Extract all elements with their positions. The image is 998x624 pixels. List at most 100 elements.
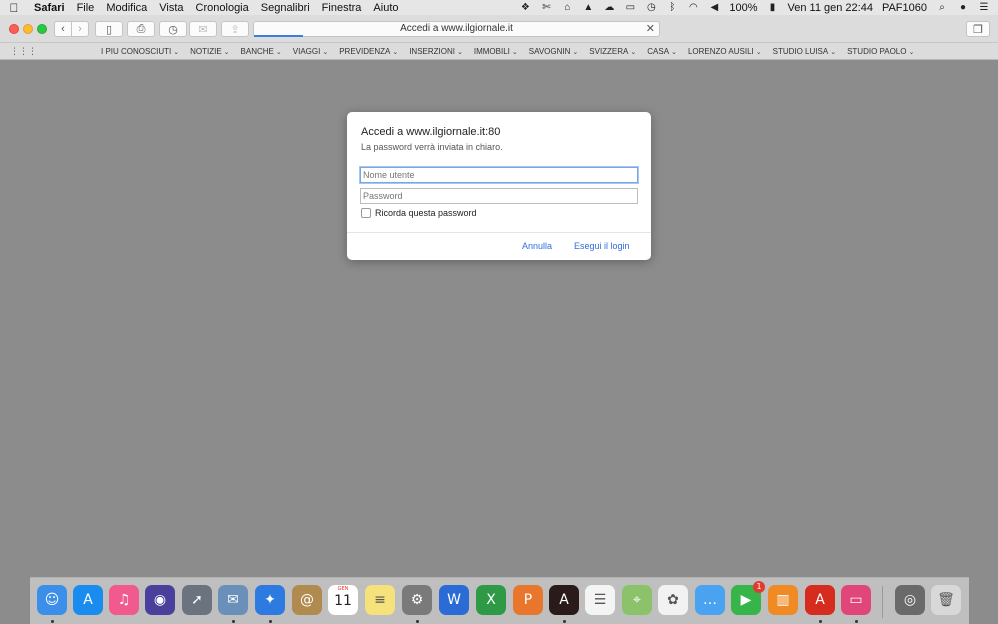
user-name[interactable]: PAF1060 [882, 2, 927, 14]
favorite-label: LORENZO AUSILI [687, 47, 754, 56]
top-sites-grid-icon[interactable]: ⋮⋮⋮ [10, 47, 37, 56]
chevron-down-icon: ⌄ [908, 48, 915, 56]
menu-vista[interactable]: Vista [153, 2, 189, 14]
running-indicator [416, 620, 419, 623]
bluetooth-icon[interactable]: ᛒ [666, 2, 678, 13]
time-machine-icon[interactable]: ◷ [645, 2, 657, 13]
airplay-icon[interactable]: ⌂ [561, 2, 573, 13]
mail-button[interactable]: ✉ [189, 21, 217, 37]
share-icon: ⇪ [230, 23, 240, 36]
favorite-folder[interactable]: LORENZO AUSILI ⌄ [688, 47, 762, 56]
reminders-icon[interactable]: ☰ [585, 585, 615, 615]
photos-icon[interactable]: ✿ [658, 585, 688, 615]
favorite-folder[interactable]: NOTIZIE ⌄ [190, 47, 229, 56]
favorite-folder[interactable]: BANCHE ⌄ [241, 47, 282, 56]
siri-icon[interactable]: ◉ [145, 585, 175, 615]
acrobat-icon[interactable]: A [805, 585, 835, 615]
wifi-icon[interactable]: ◠ [687, 2, 699, 13]
share-button[interactable]: ⇪ [221, 21, 249, 37]
notification-center-icon[interactable]: ☰ [978, 2, 990, 13]
launchpad-icon[interactable]: ➚ [182, 585, 212, 615]
excel-icon[interactable]: X [476, 585, 506, 615]
clock[interactable]: Ven 11 gen 22:44 [788, 2, 873, 14]
trash-icon[interactable]: 🗑 [931, 585, 961, 615]
favorite-folder[interactable]: VIAGGI ⌄ [293, 47, 328, 56]
pink-app-icon[interactable]: ▭ [841, 585, 871, 615]
maps-icon[interactable]: ⌖ [622, 585, 652, 615]
menu-cronologia[interactable]: Cronologia [190, 2, 255, 14]
siri-menu-icon[interactable]: ● [957, 2, 969, 13]
menu-modifica[interactable]: Modifica [100, 2, 153, 14]
tab-overview-button[interactable]: ❐ [966, 21, 990, 37]
display-mirror-icon[interactable]: ▭ [624, 2, 636, 13]
back-button[interactable]: ‹ [54, 21, 72, 37]
cancel-button[interactable]: Annulla [522, 241, 552, 251]
chevron-down-icon: ⌄ [830, 48, 837, 56]
chevron-down-icon: ⌄ [572, 48, 579, 56]
messages-icon[interactable]: … [695, 585, 725, 615]
menu-file[interactable]: File [71, 2, 101, 14]
tools-icon[interactable]: ✄ [540, 2, 552, 13]
dialog-subtitle: La password verrà inviata in chiaro. [361, 142, 503, 152]
google-drive-icon[interactable]: ▲ [582, 2, 594, 13]
window-minimize-button[interactable] [23, 24, 33, 34]
notes-icon[interactable]: ≡ [365, 585, 395, 615]
sidebar-button[interactable]: ▯ [95, 21, 123, 37]
history-button[interactable]: ◷ [159, 21, 187, 37]
word-icon[interactable]: W [439, 585, 469, 615]
contacts-icon[interactable]: @ [292, 585, 322, 615]
address-bar[interactable]: Accedi a www.ilgiornale.it ✕ [253, 21, 660, 37]
ibooks-icon[interactable]: ▥ [768, 585, 798, 615]
favorite-folder[interactable]: STUDIO PAOLO ⌄ [847, 47, 914, 56]
favorite-folder[interactable]: STUDIO LUISA ⌄ [773, 47, 836, 56]
dropbox-icon[interactable]: ❖ [519, 2, 531, 13]
mail-app-icon[interactable]: ✉ [218, 585, 248, 615]
battery-icon[interactable]: ▮ [767, 2, 779, 13]
favorite-label: SVIZZERA [589, 47, 629, 56]
printer-icon: ⎙ [136, 22, 146, 35]
window-close-button[interactable] [9, 24, 19, 34]
favorite-folder[interactable]: SVIZZERA ⌄ [589, 47, 636, 56]
running-indicator [269, 620, 272, 623]
calendar-icon[interactable]: GEN 11 [328, 585, 358, 615]
menu-finestra[interactable]: Finestra [316, 2, 368, 14]
itunes-icon[interactable]: ♫ [109, 585, 139, 615]
forward-button[interactable]: › [71, 21, 89, 37]
favorites-list: I PIU CONOSCIUTI ⌄ NOTIZIE ⌄ BANCHE ⌄ VIAGGI ⌄ P… [101, 43, 914, 60]
loading-progress-bar [254, 35, 303, 37]
dock: ☺ A ♫ ◉ ➚ ✉ ✦ @ GEN 11 ≡ ⚙ W X P A ☰ ⌖ ✿… ▶ 1 ▥ A ▭ ◎ 🗑 [30, 577, 969, 624]
powerpoint-icon[interactable]: P [513, 585, 543, 615]
menu-aiuto[interactable]: Aiuto [367, 2, 404, 14]
app-store-icon[interactable]: A [73, 585, 103, 615]
apple-menu-icon[interactable]:  [0, 1, 28, 15]
finder-icon[interactable]: ☺ [37, 585, 67, 615]
safari-icon[interactable]: ✦ [255, 585, 285, 615]
spotlight-search-icon[interactable]: ⌕ [936, 2, 948, 13]
favorite-folder[interactable]: SAVOGNIN ⌄ [529, 47, 579, 56]
stop-loading-icon[interactable]: ✕ [646, 22, 655, 36]
login-button[interactable]: Esegui il login [574, 241, 630, 251]
screenshot-app-icon[interactable]: ◎ [895, 585, 925, 615]
remember-password-checkbox[interactable] [361, 208, 371, 218]
cloud-icon[interactable]: ☁ [603, 2, 615, 13]
favorite-folder[interactable]: I PIU CONOSCIUTI ⌄ [101, 47, 179, 56]
remember-password-row[interactable]: Ricorda questa password [361, 208, 477, 218]
battery-percentage[interactable]: 100% [729, 2, 757, 14]
menu-segnalibri[interactable]: Segnalibri [255, 2, 316, 14]
envelope-icon: ✉ [198, 23, 208, 36]
favorite-folder[interactable]: PREVIDENZA ⌄ [339, 47, 398, 56]
favorite-folder[interactable]: INSERZIONI ⌄ [409, 47, 463, 56]
print-button[interactable]: ⎙ [127, 21, 155, 37]
favorite-folder[interactable]: IMMOBILI ⌄ [474, 47, 518, 56]
username-input[interactable] [360, 167, 638, 183]
volume-icon[interactable]: ◀ [708, 2, 720, 13]
acrobat-reader-icon[interactable]: A [549, 585, 579, 615]
menu-safari[interactable]: Safari [28, 2, 71, 14]
favorite-folder[interactable]: CASA ⌄ [647, 47, 677, 56]
chevron-down-icon: ⌄ [755, 48, 762, 56]
facetime-icon[interactable]: ▶ 1 [731, 581, 765, 615]
chevron-down-icon: ⌄ [392, 48, 399, 56]
password-input[interactable] [360, 188, 638, 204]
system-preferences-icon[interactable]: ⚙ [402, 585, 432, 615]
window-fullscreen-button[interactable] [37, 24, 47, 34]
